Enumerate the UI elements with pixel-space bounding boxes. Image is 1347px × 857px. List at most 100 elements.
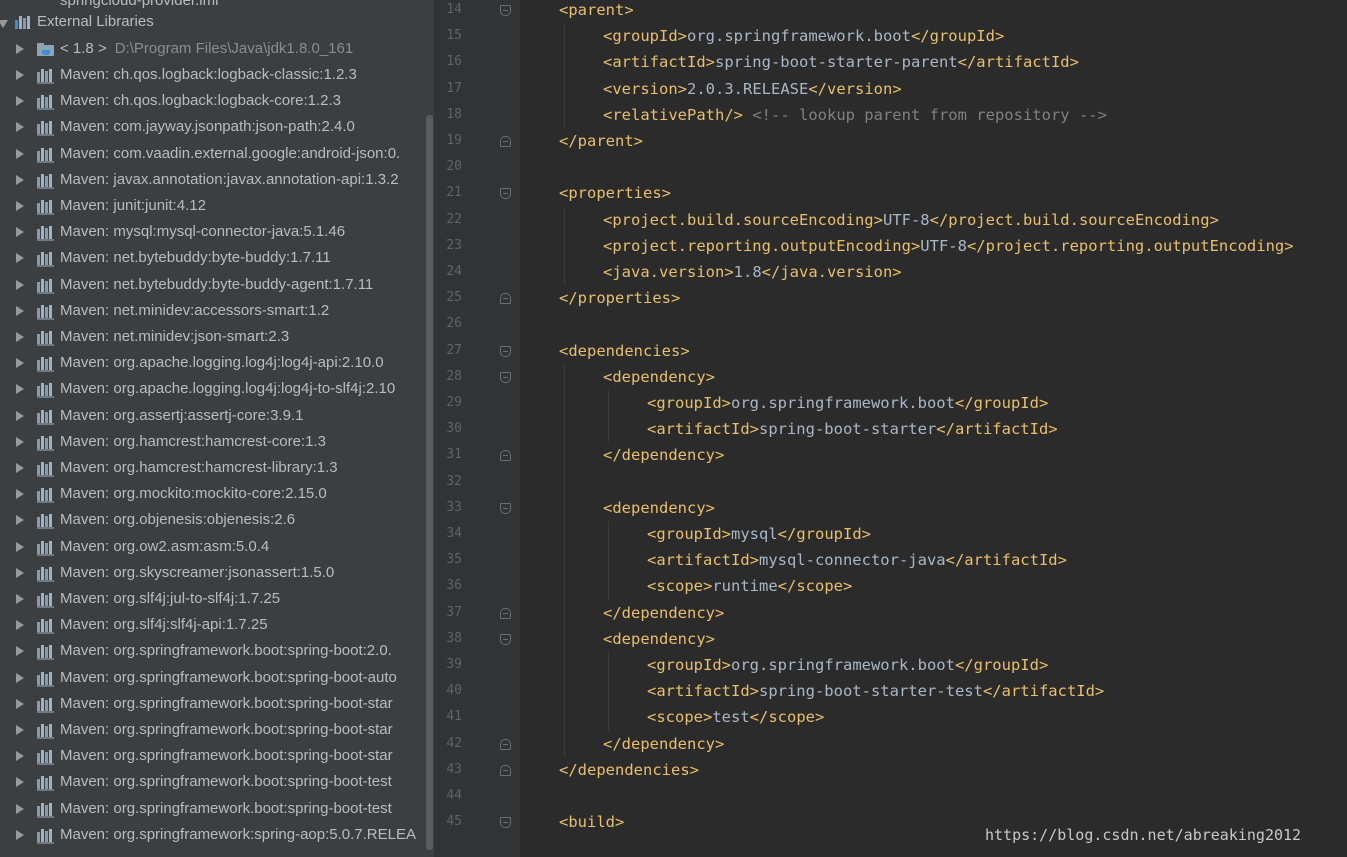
fold-marker-icon[interactable] — [500, 371, 511, 383]
tree-item-library[interactable]: Maven: org.springframework.boot:spring-b… — [0, 743, 425, 769]
expand-arrow-icon[interactable] — [16, 410, 24, 421]
expand-arrow-icon[interactable] — [16, 305, 24, 316]
tree-item-library[interactable]: Maven: org.apache.logging.log4j:log4j-to… — [0, 376, 425, 402]
expand-arrow-icon[interactable] — [16, 201, 24, 211]
tree-item-library[interactable]: Maven: org.slf4j:slf4j-api:1.7.25 — [0, 612, 425, 638]
tree-scrollbar[interactable] — [425, 0, 434, 857]
tree-item-label: Maven: org.skyscreamer:jsonassert:1.5.0 — [60, 563, 335, 581]
library-icon — [37, 278, 55, 294]
tree-item-library[interactable]: Maven: ch.qos.logback:logback-classic:1.… — [0, 62, 425, 88]
expand-arrow-icon[interactable] — [16, 567, 24, 578]
line-number: 26 — [446, 316, 462, 332]
expand-arrow-icon[interactable] — [16, 777, 24, 788]
expand-arrow-icon[interactable] — [16, 148, 24, 159]
code-line: <scope>runtime</scope> — [647, 573, 852, 599]
expand-arrow-icon[interactable] — [16, 174, 24, 185]
line-number: 40 — [446, 683, 462, 699]
tree-item-label: Maven: ch.qos.logback:logback-classic:1.… — [60, 66, 357, 83]
tree-item-library[interactable]: Maven: ch.qos.logback:logback-core:1.2.3 — [0, 88, 425, 114]
expand-arrow-icon[interactable] — [16, 672, 24, 683]
code-editor[interactable]: <parent> <groupId>org.springframework.boo… — [520, 0, 1347, 857]
fold-marker-icon[interactable] — [500, 633, 511, 645]
tree-item-library[interactable]: Maven: net.minidev:accessors-smart:1.2 — [0, 298, 425, 324]
tree-item-library[interactable]: Maven: org.skyscreamer:jsonassert:1.5.0 — [0, 560, 425, 586]
tree-scrollbar-thumb[interactable] — [426, 115, 433, 850]
tree-item-library[interactable]: Maven: org.springframework:spring-aop:5.… — [0, 822, 425, 848]
tree-item-jdk[interactable]: < 1.8 > D:\Program Files\Java\jdk1.8.0_16… — [0, 36, 425, 62]
expand-arrow-icon[interactable] — [16, 829, 24, 840]
tree-item-library[interactable]: Maven: org.hamcrest:hamcrest-library:1.3 — [0, 455, 425, 481]
tree-item-library[interactable]: Maven: org.springframework.boot:spring-b… — [0, 769, 425, 795]
xml-text: UTF-8 — [882, 210, 930, 229]
expand-arrow-icon[interactable] — [16, 279, 24, 290]
tree-item-external-libraries[interactable]: External Libraries — [0, 9, 425, 35]
tree-item-library[interactable]: Maven: net.bytebuddy:byte-buddy-agent:1.… — [0, 272, 425, 298]
tree-item-library[interactable]: Maven: com.jayway.jsonpath:json-path:2.4… — [0, 114, 425, 140]
xml-tag: </artifactId> — [957, 53, 1079, 72]
expand-arrow-icon[interactable] — [16, 332, 24, 342]
expand-arrow-icon[interactable] — [16, 44, 24, 54]
code-line: <groupId>org.springframework.boot</group… — [647, 390, 1048, 416]
tree-item-library[interactable]: Maven: org.springframework.boot:spring-b… — [0, 796, 425, 822]
xml-tag: <build> — [559, 813, 625, 832]
expand-arrow-icon[interactable] — [16, 725, 24, 735]
tree-item-library[interactable]: Maven: org.hamcrest:hamcrest-core:1.3 — [0, 429, 425, 455]
expand-arrow-icon[interactable] — [16, 751, 24, 762]
tree-item-library[interactable]: Maven: org.objenesis:objenesis:2.6 — [0, 507, 425, 533]
expand-arrow-icon[interactable] — [16, 436, 24, 447]
xml-tag: </scope> — [749, 708, 825, 727]
library-icon — [37, 121, 55, 137]
tree-item-library[interactable]: Maven: org.assertj:assertj-core:3.9.1 — [0, 403, 425, 429]
fold-marker-icon[interactable] — [500, 345, 511, 357]
xml-text: org.springframework.boot — [731, 656, 955, 674]
fold-marker-icon[interactable] — [500, 293, 511, 305]
tree-item-library[interactable]: Maven: org.slf4j:jul-to-slf4j:1.7.25 — [0, 586, 425, 612]
line-number: 16 — [446, 54, 462, 70]
tree-item-library[interactable]: Maven: javax.annotation:javax.annotation… — [0, 167, 425, 193]
code-line: <scope>test</scope> — [647, 704, 824, 730]
expand-arrow-icon[interactable] — [16, 384, 24, 395]
fold-marker-icon[interactable] — [500, 817, 511, 829]
tree-item-library[interactable]: Maven: junit:junit:4.12 — [0, 193, 425, 219]
tree-item-library[interactable]: Maven: org.springframework.boot:spring-b… — [0, 638, 425, 664]
xml-tag: <version> — [603, 79, 687, 98]
xml-text: org.springframework.boot — [731, 394, 955, 412]
tree-item-library[interactable]: Maven: com.vaadin.external.google:androi… — [0, 141, 425, 167]
tree-item-library[interactable]: Maven: org.springframework.boot:spring-b… — [0, 691, 425, 717]
code-line: <artifactId>spring-boot-starter</artifac… — [647, 416, 1058, 442]
expand-arrow-icon[interactable] — [16, 253, 24, 264]
code-line: <artifactId>spring-boot-starter-parent</… — [603, 49, 1079, 75]
expand-arrow-icon[interactable] — [16, 122, 24, 133]
expand-arrow-icon[interactable] — [16, 803, 24, 814]
expand-arrow-icon[interactable] — [16, 358, 24, 369]
tree-item-library[interactable]: Maven: net.minidev:json-smart:2.3 — [0, 324, 425, 350]
fold-marker-icon[interactable] — [500, 607, 511, 619]
fold-marker-icon[interactable] — [500, 764, 511, 776]
expand-arrow-icon[interactable] — [16, 698, 24, 709]
expand-arrow-icon[interactable] — [16, 594, 24, 604]
expand-arrow-icon[interactable] — [16, 620, 24, 631]
expand-arrow-icon[interactable] — [16, 489, 24, 500]
expand-arrow-icon[interactable] — [0, 20, 8, 28]
expand-arrow-icon[interactable] — [16, 96, 24, 107]
fold-marker-icon[interactable] — [500, 136, 511, 147]
expand-arrow-icon[interactable] — [16, 541, 24, 552]
tree-item-library[interactable]: Maven: org.springframework.boot:spring-b… — [0, 665, 425, 691]
fold-marker-icon[interactable] — [500, 5, 511, 16]
fold-marker-icon[interactable] — [500, 738, 511, 750]
tree-item-label: Maven: net.minidev:accessors-smart:1.2 — [60, 301, 330, 319]
expand-arrow-icon[interactable] — [16, 646, 24, 657]
tree-item-library[interactable]: Maven: org.ow2.asm:asm:5.0.4 — [0, 534, 425, 560]
expand-arrow-icon[interactable] — [16, 463, 24, 473]
xml-text: 2.0.3.RELEASE — [687, 79, 809, 98]
expand-arrow-icon[interactable] — [16, 227, 24, 238]
tree-item-library[interactable]: Maven: org.apache.logging.log4j:log4j-ap… — [0, 350, 425, 376]
fold-marker-icon[interactable] — [500, 502, 511, 514]
expand-arrow-icon[interactable] — [16, 70, 24, 80]
fold-marker-icon[interactable] — [500, 450, 511, 462]
tree-item-library[interactable]: Maven: org.mockito:mockito-core:2.15.0 — [0, 481, 425, 507]
tree-item-library[interactable]: Maven: mysql:mysql-connector-java:5.1.46 — [0, 219, 425, 245]
tree-item-library[interactable]: Maven: org.springframework.boot:spring-b… — [0, 717, 425, 743]
tree-item-library[interactable]: Maven: net.bytebuddy:byte-buddy:1.7.11 — [0, 245, 425, 271]
expand-arrow-icon[interactable] — [16, 515, 24, 526]
